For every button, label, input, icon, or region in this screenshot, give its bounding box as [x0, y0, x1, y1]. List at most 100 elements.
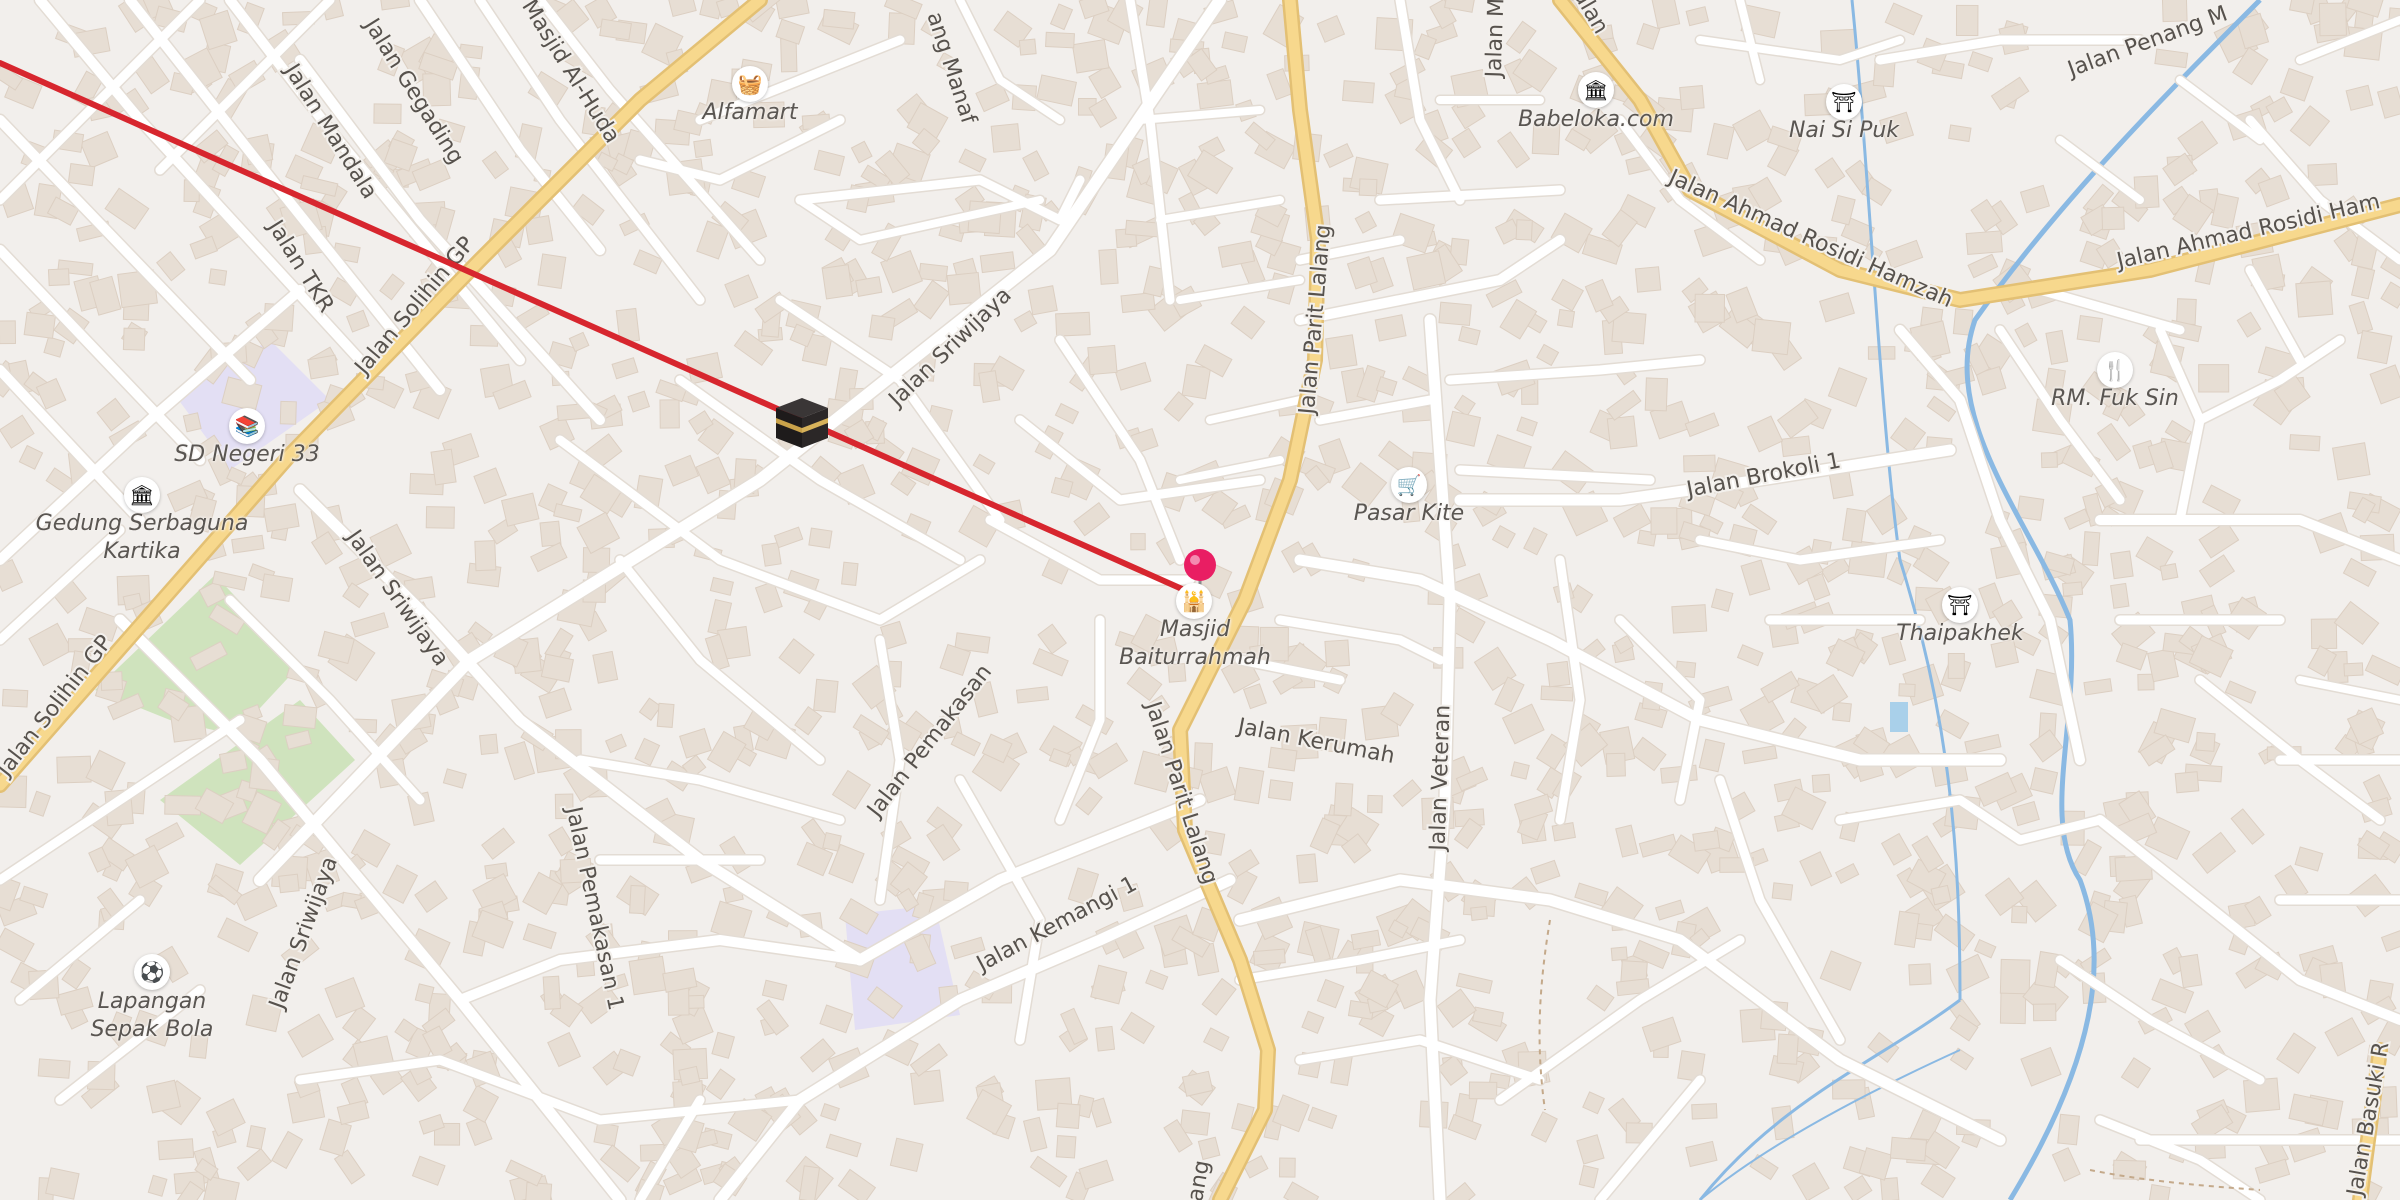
building	[1999, 991, 2027, 1025]
building	[1124, 219, 1161, 238]
building	[1324, 639, 1351, 668]
building	[1948, 124, 1972, 143]
building	[218, 749, 248, 774]
building	[593, 1121, 619, 1147]
building	[910, 1069, 944, 1105]
building	[2101, 206, 2125, 231]
building	[1333, 782, 1354, 817]
temple-icon[interactable]: ⛩	[1826, 84, 1862, 120]
building	[2040, 451, 2058, 469]
soccer-icon[interactable]: ⚽	[134, 954, 170, 990]
building	[808, 527, 833, 549]
building	[1694, 293, 1726, 323]
building	[1551, 822, 1576, 842]
building	[1095, 1025, 1116, 1052]
temple-icon[interactable]: ⛩	[1942, 587, 1978, 623]
building	[1267, 746, 1298, 772]
building	[2029, 766, 2059, 795]
building	[0, 320, 17, 345]
building	[1692, 830, 1721, 852]
building	[1842, 507, 1867, 544]
building	[1087, 344, 1118, 376]
building	[540, 653, 575, 683]
poi-label-lapangan-sepak-bola[interactable]: Lapangan Sepak Bola	[72, 988, 232, 1044]
poi-label-sd-negeri-33[interactable]: SD Negeri 33	[147, 441, 347, 469]
shopping-cart-icon[interactable]: 🛒	[1391, 467, 1427, 503]
building	[1634, 266, 1662, 293]
building	[693, 138, 714, 158]
building	[479, 733, 499, 756]
building	[1930, 884, 1952, 906]
poi-label-pasar-kite[interactable]: Pasar Kite	[1309, 500, 1509, 528]
building	[813, 678, 839, 713]
building	[1605, 752, 1626, 777]
poi-label-gedung-serbaguna-kartika[interactable]: Gedung Serbaguna Kartika	[27, 510, 257, 566]
building	[2147, 647, 2179, 683]
monument-icon[interactable]: 🏛	[124, 477, 160, 513]
poi-label-masjid-baiturrahmah[interactable]: Masjid Baiturrahmah	[1110, 616, 1280, 672]
building	[2356, 329, 2393, 365]
building	[474, 540, 497, 572]
poi-label-babeloka[interactable]: Babeloka.com	[1496, 106, 1696, 134]
building	[2159, 563, 2179, 581]
poi-label-rm-fuk-sin[interactable]: RM. Fuk Sin	[2015, 385, 2215, 413]
building	[282, 703, 318, 730]
building	[182, 412, 202, 433]
building	[47, 268, 70, 287]
building	[1181, 363, 1212, 400]
building	[1889, 1136, 1928, 1162]
school-icon[interactable]: 📚	[229, 408, 265, 444]
building	[1197, 1136, 1221, 1161]
pond	[1890, 702, 1908, 732]
building	[539, 520, 562, 548]
building	[1045, 31, 1075, 49]
building	[1438, 301, 1472, 326]
building	[1018, 38, 1037, 56]
building	[1267, 779, 1294, 801]
building	[1342, 80, 1375, 104]
building	[1606, 415, 1638, 450]
building	[307, 354, 339, 380]
kaaba-icon[interactable]	[776, 398, 828, 448]
museum-icon[interactable]: 🏛	[1578, 72, 1614, 108]
building	[1683, 454, 1716, 473]
mosque-icon[interactable]: 🕌	[1176, 583, 1212, 619]
building	[2289, 434, 2321, 452]
building	[1027, 285, 1058, 316]
building	[1831, 1079, 1866, 1100]
building	[1867, 346, 1896, 360]
building	[1556, 308, 1576, 328]
building	[2195, 731, 2216, 752]
building	[656, 702, 675, 729]
building	[841, 561, 859, 586]
building	[1233, 766, 1265, 805]
building	[279, 400, 297, 425]
building	[2137, 673, 2155, 691]
building	[45, 1167, 80, 1200]
building	[1196, 79, 1234, 110]
building	[780, 37, 798, 73]
building	[2057, 1113, 2080, 1146]
building	[1374, 314, 1407, 342]
restaurant-icon[interactable]: 🍴	[2097, 352, 2133, 388]
shopping-basket-icon[interactable]: 🧺	[732, 66, 768, 102]
building	[1296, 853, 1319, 884]
building	[2081, 531, 2101, 567]
building	[2011, 905, 2028, 924]
poi-label-thaipakhek[interactable]: Thaipakhek	[1860, 620, 2060, 648]
building	[1055, 1102, 1081, 1129]
building	[628, 955, 669, 996]
building	[2310, 618, 2338, 650]
building	[2174, 771, 2200, 794]
building	[1406, 250, 1447, 291]
poi-label-nai-si-puk[interactable]: Nai Si Puk	[1744, 117, 1944, 145]
map-view[interactable]: Jalan Solihin GP Jalan Solihin GP Jalan …	[0, 0, 2400, 1200]
poi-label-alfamart[interactable]: Alfamart	[650, 99, 850, 127]
building	[889, 1137, 924, 1173]
building	[414, 983, 435, 1005]
building	[1650, 507, 1678, 535]
building	[56, 755, 92, 784]
building	[2076, 315, 2104, 343]
building	[67, 163, 96, 187]
building	[1644, 377, 1669, 412]
